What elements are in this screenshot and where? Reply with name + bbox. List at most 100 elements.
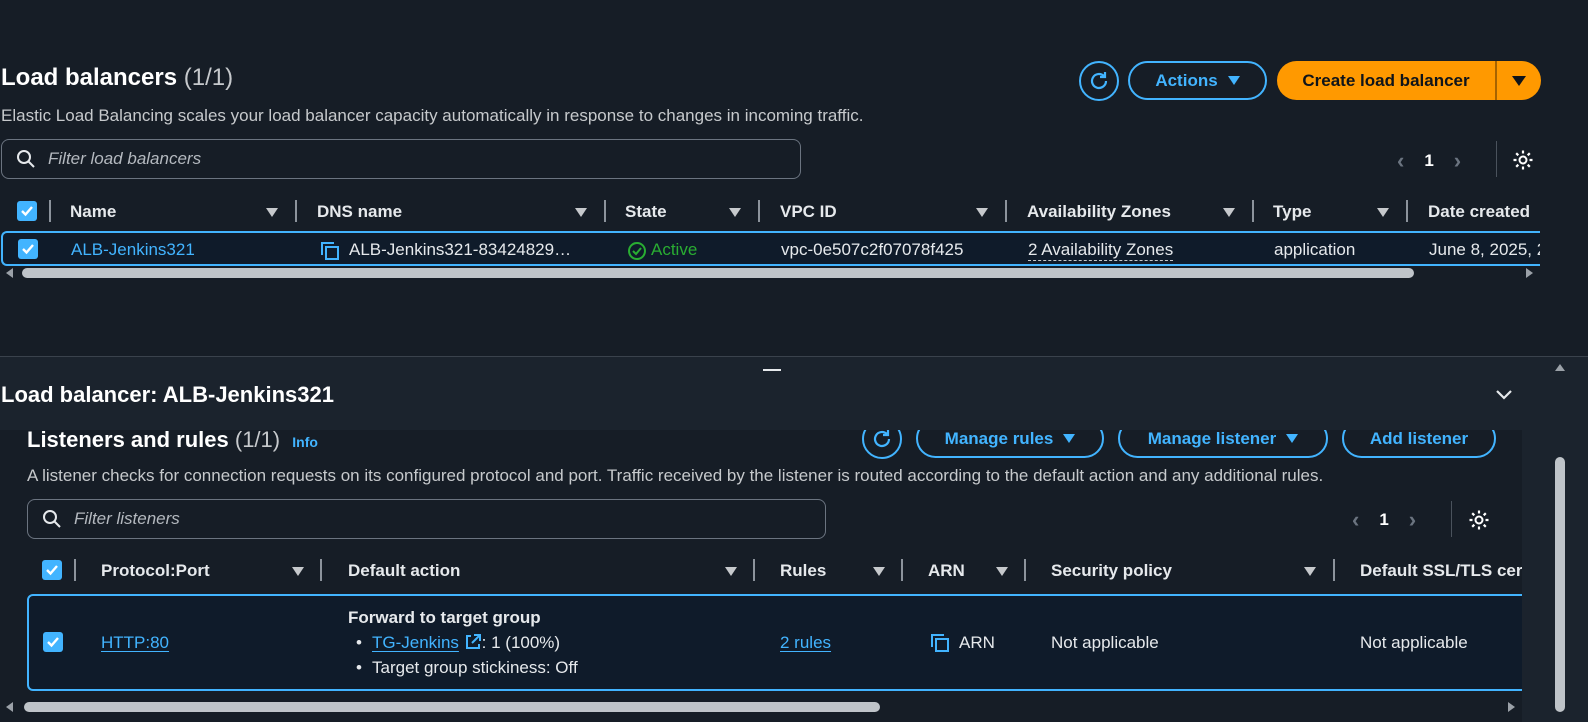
sort-icon[interactable]: [1377, 208, 1389, 217]
lb-name-link[interactable]: ALB-Jenkins321: [71, 240, 195, 260]
protocol-port-link[interactable]: HTTP:80: [101, 633, 169, 653]
page-number[interactable]: 1: [1424, 151, 1433, 171]
scroll-left-icon[interactable]: [6, 702, 13, 712]
col-dns[interactable]: DNS name: [317, 202, 402, 222]
filter-listeners[interactable]: Filter listeners: [27, 499, 826, 539]
manage-listener-button[interactable]: Manage listener: [1118, 430, 1328, 458]
caret-down-icon: [1286, 434, 1299, 443]
table-row[interactable]: ALB-Jenkins321 ALB-Jenkins321-83424829… …: [1, 231, 1540, 266]
sort-icon[interactable]: [729, 208, 741, 217]
pagination: ‹ 1 ›: [1397, 148, 1461, 174]
add-listener-button[interactable]: Add listener: [1342, 430, 1496, 458]
col-type[interactable]: Type: [1273, 202, 1311, 222]
listeners-count: (1/1): [234, 430, 281, 452]
gear-icon[interactable]: [1511, 148, 1535, 172]
col-arn[interactable]: ARN: [928, 561, 965, 581]
sort-icon[interactable]: [725, 567, 737, 576]
rules-link[interactable]: 2 rules: [780, 633, 831, 653]
scroll-thumb[interactable]: [1555, 457, 1565, 712]
col-az[interactable]: Availability Zones: [1027, 202, 1171, 222]
chevron-right-icon[interactable]: ›: [1454, 148, 1461, 174]
col-separator: [758, 200, 760, 222]
sort-icon[interactable]: [996, 567, 1008, 576]
col-name[interactable]: Name: [70, 202, 116, 222]
scroll-right-icon[interactable]: [1526, 268, 1533, 278]
col-separator: [901, 559, 903, 581]
sort-icon[interactable]: [292, 567, 304, 576]
refresh-icon: [1090, 72, 1108, 90]
select-all-checkbox[interactable]: [42, 560, 62, 580]
status-success-icon: [628, 242, 646, 260]
panel-scrollbar[interactable]: [1552, 360, 1568, 722]
chevron-left-icon[interactable]: ‹: [1397, 148, 1404, 174]
col-security-policy[interactable]: Security policy: [1051, 561, 1172, 581]
manage-rules-label: Manage rules: [944, 430, 1054, 448]
filter-load-balancers[interactable]: Filter load balancers: [1, 139, 801, 179]
az-popover[interactable]: 2 Availability Zones: [1028, 240, 1174, 261]
scroll-up-icon[interactable]: [1555, 364, 1565, 371]
chevron-left-icon[interactable]: ‹: [1352, 507, 1359, 533]
refresh-button[interactable]: [1079, 61, 1119, 101]
sort-icon[interactable]: [575, 208, 587, 217]
col-separator: [1005, 200, 1007, 222]
actions-button[interactable]: Actions: [1128, 61, 1267, 100]
scroll-thumb[interactable]: [24, 702, 880, 712]
search-icon: [43, 510, 61, 528]
col-separator: [320, 559, 322, 581]
sort-icon[interactable]: [266, 208, 278, 217]
date-created: June 8, 2025, 2: [1429, 240, 1540, 259]
info-link[interactable]: Info: [292, 434, 318, 450]
pager-divider: [1496, 141, 1497, 177]
sort-icon[interactable]: [1223, 208, 1235, 217]
scroll-left-icon[interactable]: [6, 268, 13, 278]
sort-icon[interactable]: [1304, 567, 1316, 576]
col-separator: [1406, 200, 1408, 222]
listeners-refresh-button[interactable]: [862, 430, 902, 459]
col-state[interactable]: State: [625, 202, 667, 222]
scroll-right-icon[interactable]: [1508, 702, 1515, 712]
listeners-table-header: Protocol:Port Default action Rules ARN S…: [0, 555, 1522, 587]
pager-divider: [1451, 501, 1452, 537]
copy-icon[interactable]: [929, 632, 951, 654]
target-group-link[interactable]: TG-Jenkins: [372, 633, 459, 652]
resize-handle[interactable]: [763, 369, 781, 371]
search-icon: [17, 150, 35, 168]
copy-icon[interactable]: [319, 240, 341, 262]
create-load-balancer-split: Create load balancer: [1277, 61, 1541, 100]
col-vpc[interactable]: VPC ID: [780, 202, 837, 222]
col-default-action[interactable]: Default action: [348, 561, 460, 581]
sort-icon[interactable]: [873, 567, 885, 576]
state-badge: Active: [651, 240, 698, 259]
col-separator: [753, 559, 755, 581]
lb-table-scrollbar[interactable]: [0, 266, 1540, 280]
create-dropdown-button[interactable]: [1497, 61, 1541, 100]
page-number[interactable]: 1: [1379, 510, 1388, 530]
target-group-line: TG-Jenkins : 1 (100%): [372, 633, 560, 653]
chevron-down-icon[interactable]: [1494, 386, 1514, 402]
listeners-container: Listeners and rules (1/1) Info Manage ru…: [0, 430, 1522, 722]
row-checkbox[interactable]: [43, 632, 63, 652]
row-checkbox[interactable]: [18, 239, 38, 259]
stickiness-text: Target group stickiness: Off: [372, 658, 578, 677]
create-load-balancer-button[interactable]: Create load balancer: [1277, 71, 1495, 91]
gear-icon[interactable]: [1467, 508, 1491, 532]
col-default-ssl[interactable]: Default SSL/TLS cer: [1360, 561, 1522, 581]
listeners-table-scrollbar[interactable]: [0, 700, 1522, 714]
manage-rules-button[interactable]: Manage rules: [916, 430, 1104, 458]
col-protocol-port[interactable]: Protocol:Port: [101, 561, 210, 581]
external-link-icon[interactable]: [464, 633, 482, 651]
chevron-right-icon[interactable]: ›: [1409, 507, 1416, 533]
col-date[interactable]: Date created: [1428, 202, 1530, 222]
col-rules[interactable]: Rules: [780, 561, 826, 581]
vpc-id: vpc-0e507c2f07078f425: [781, 240, 964, 259]
lb-type: application: [1274, 240, 1356, 259]
sort-icon[interactable]: [976, 208, 988, 217]
listeners-pagination: ‹ 1 ›: [1352, 507, 1416, 533]
select-all-checkbox[interactable]: [17, 201, 37, 221]
table-row[interactable]: HTTP:80 Forward to target group • TG-Jen…: [27, 594, 1522, 691]
scroll-thumb[interactable]: [22, 268, 1414, 278]
bullet: •: [356, 658, 362, 677]
caret-down-icon: [1063, 434, 1076, 443]
col-separator: [1252, 200, 1254, 222]
security-policy: Not applicable: [1051, 633, 1159, 652]
